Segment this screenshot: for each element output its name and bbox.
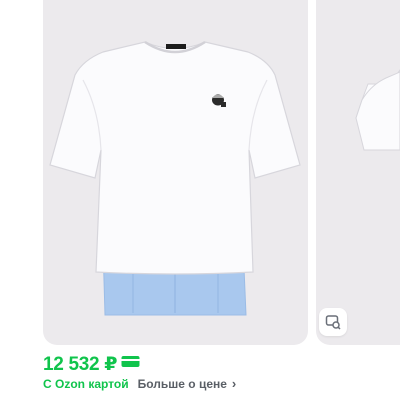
price: 12 532 ₽: [43, 353, 118, 375]
more-price-link[interactable]: Больше о цене: [138, 377, 227, 391]
next-tshirt-illustration: [355, 69, 400, 151]
tshirt-illustration: [49, 40, 301, 316]
ozon-card-icon: [121, 355, 140, 373]
search-by-photo-button[interactable]: [319, 308, 347, 336]
chevron-right-icon[interactable]: ›: [232, 376, 236, 391]
product-image[interactable]: [43, 0, 308, 345]
next-product-image[interactable]: [316, 0, 400, 345]
price-row: 12 532 ₽: [43, 352, 140, 376]
ozon-card-label: С Ozon картой: [43, 376, 129, 391]
image-search-icon: [325, 315, 341, 330]
price-sub-row: С Ozon картой Больше о цене ›: [43, 376, 236, 391]
